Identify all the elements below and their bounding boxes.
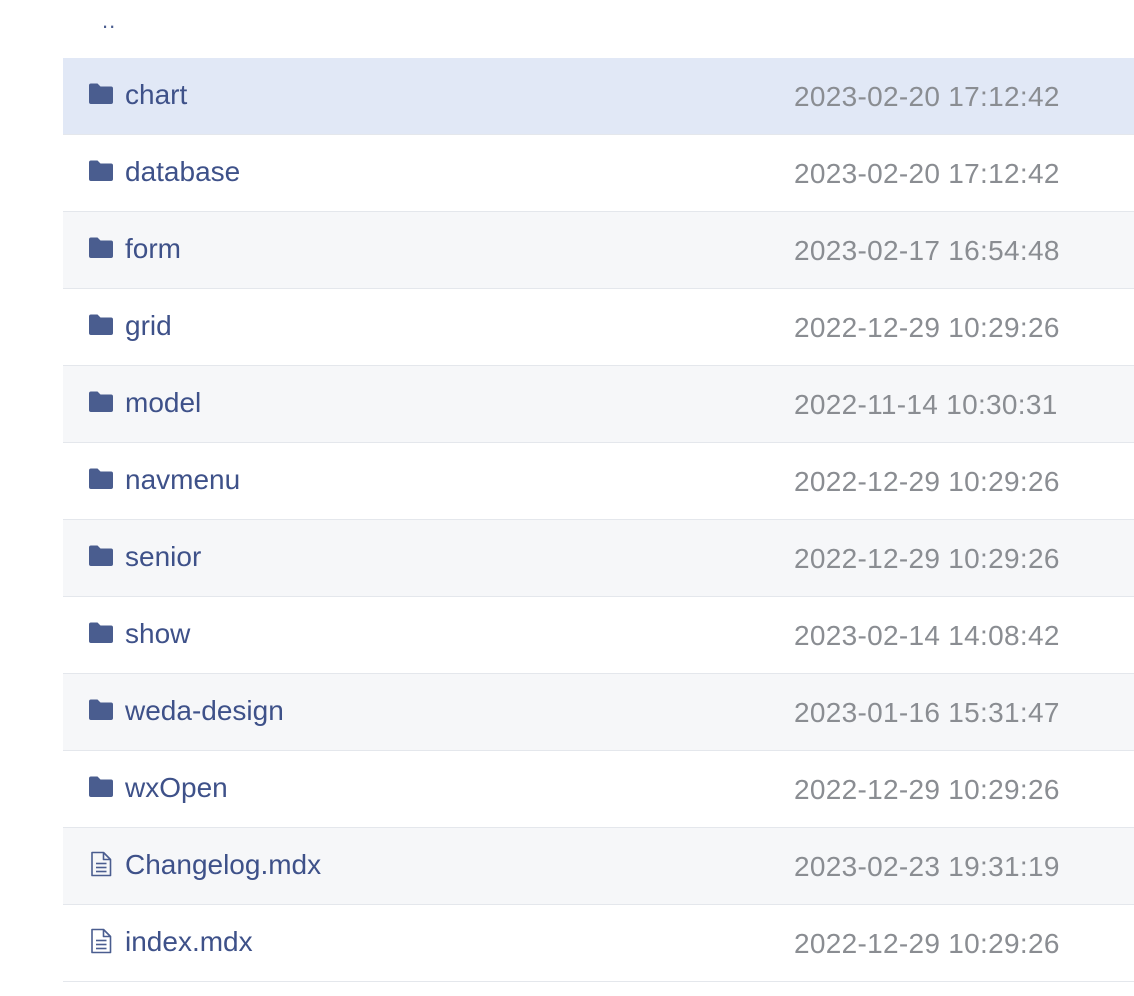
file-text-icon [87,850,115,878]
list-item[interactable]: index.mdx 2022-12-29 10:29:26 [63,905,1134,982]
list-item[interactable]: chart 2023-02-20 17:12:42 [63,58,1134,135]
list-item[interactable]: Changelog.mdx 2023-02-23 19:31:19 [63,828,1134,905]
entry-name[interactable]: show [125,617,190,651]
list-item[interactable]: form 2023-02-17 16:54:48 [63,212,1134,289]
list-item[interactable]: show 2023-02-14 14:08:42 [63,597,1134,674]
list-item[interactable]: navmenu 2022-12-29 10:29:26 [63,443,1134,520]
entry-name[interactable]: index.mdx [125,925,253,959]
entry-name[interactable]: model [125,386,201,420]
entry-modified-date: 2023-02-20 17:12:42 [794,81,1060,112]
list-item[interactable]: wxOpen 2022-12-29 10:29:26 [63,751,1134,828]
folder-icon [87,696,115,724]
folder-icon [87,234,115,262]
entry-modified-date: 2023-02-20 17:12:42 [794,158,1060,189]
file-browser: .. chart 2023-02-20 17:12:42 database 20… [0,0,1134,996]
folder-icon [87,157,115,185]
entry-name[interactable]: wxOpen [125,771,228,805]
entry-modified-date: 2022-12-29 10:29:26 [794,774,1060,805]
entry-modified-date: 2022-12-29 10:29:26 [794,466,1060,497]
file-text-icon [87,927,115,955]
list-item[interactable]: model 2022-11-14 10:30:31 [63,366,1134,443]
list-item[interactable]: weda-design 2023-01-16 15:31:47 [63,674,1134,751]
list-item[interactable]: grid 2022-12-29 10:29:26 [63,289,1134,366]
entry-name[interactable]: senior [125,540,201,574]
folder-icon [87,619,115,647]
entry-name[interactable]: navmenu [125,463,240,497]
entry-name[interactable]: database [125,155,240,189]
entry-modified-date: 2023-01-16 15:31:47 [794,697,1060,728]
folder-icon [87,773,115,801]
entry-name[interactable]: chart [125,78,187,112]
file-list: chart 2023-02-20 17:12:42 database 2023-… [63,58,1134,982]
entry-modified-date: 2022-11-14 10:30:31 [794,389,1058,420]
list-item[interactable]: database 2023-02-20 17:12:42 [63,135,1134,212]
entry-modified-date: 2022-12-29 10:29:26 [794,543,1060,574]
folder-icon [87,465,115,493]
entry-name[interactable]: form [125,232,181,266]
folder-icon [87,542,115,570]
list-item[interactable]: senior 2022-12-29 10:29:26 [63,520,1134,597]
entry-modified-date: 2022-12-29 10:29:26 [794,312,1060,343]
entry-name[interactable]: weda-design [125,694,284,728]
folder-icon [87,311,115,339]
entry-modified-date: 2023-02-14 14:08:42 [794,620,1060,651]
entry-name[interactable]: Changelog.mdx [125,848,321,882]
folder-icon [87,388,115,416]
entry-modified-date: 2022-12-29 10:29:26 [794,928,1060,959]
entry-name[interactable]: grid [125,309,172,343]
parent-directory-link[interactable]: .. [102,8,116,34]
folder-icon [87,80,115,108]
entry-modified-date: 2023-02-23 19:31:19 [794,851,1060,882]
entry-modified-date: 2023-02-17 16:54:48 [794,235,1060,266]
